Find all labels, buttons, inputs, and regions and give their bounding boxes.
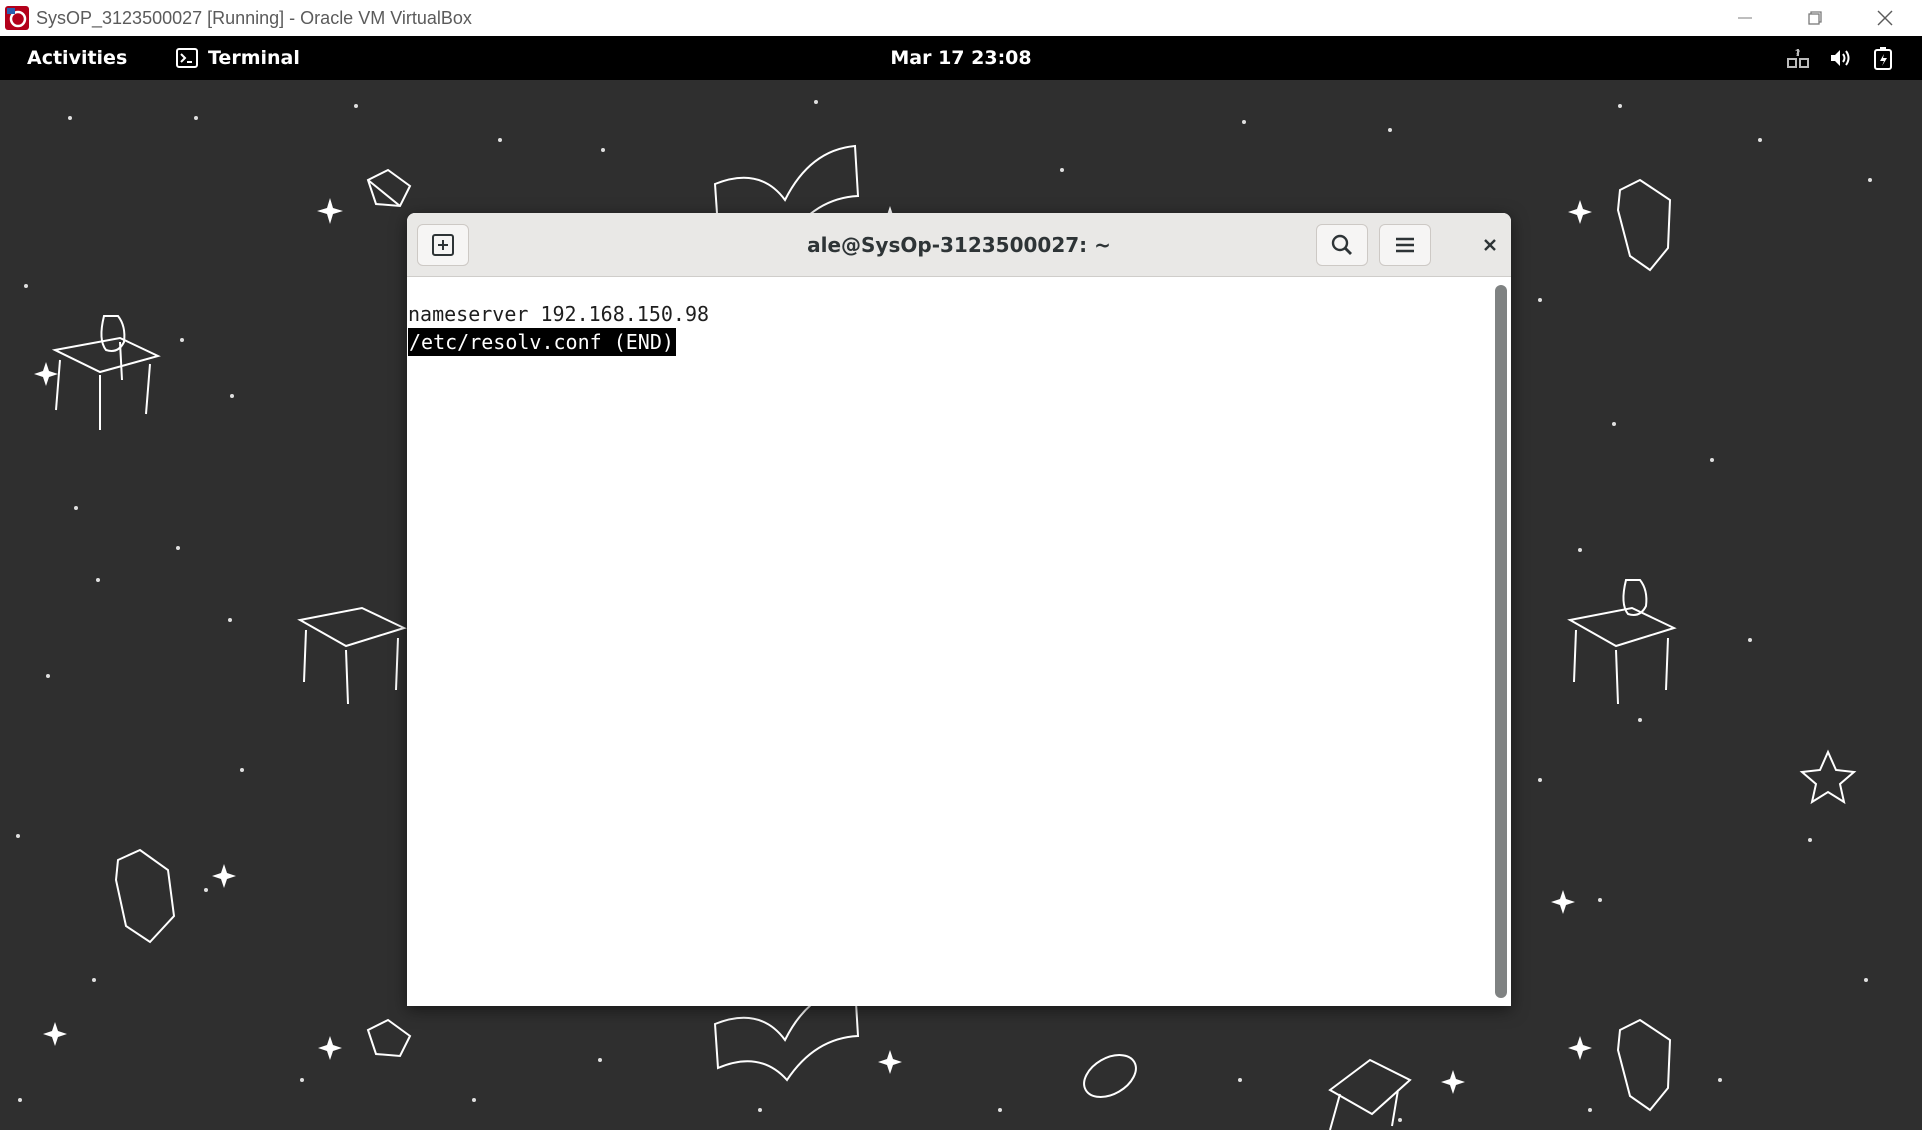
terminal-output[interactable]: nameserver 192.168.150.98 /etc/resolv.co… [407, 278, 1493, 1006]
hamburger-menu-icon [1396, 237, 1414, 253]
minimize-icon [1738, 17, 1752, 19]
pager-status-line: /etc/resolv.conf (END) [408, 328, 676, 356]
network-indicator[interactable]: ? [1784, 45, 1812, 71]
restore-icon [1808, 11, 1822, 25]
host-close-button[interactable] [1850, 0, 1920, 36]
virtualbox-icon [5, 6, 29, 30]
new-tab-button[interactable] [417, 224, 469, 266]
terminal-window: ale@SysOp-3123500027: ~ nameserver 192.1… [407, 213, 1511, 1006]
terminal-close-button[interactable] [1473, 224, 1507, 266]
scrollbar-thumb[interactable] [1495, 285, 1507, 998]
search-button[interactable] [1316, 224, 1368, 266]
volume-icon [1831, 50, 1850, 66]
host-window-titlebar: SysOP_3123500027 [Running] - Oracle VM V… [0, 0, 1922, 36]
close-icon [1877, 10, 1893, 26]
app-menu-label: Terminal [208, 47, 300, 69]
vm-screen[interactable]: Activities Terminal Mar 17 23:08 ? ale@S… [0, 36, 1922, 1130]
battery-icon [1874, 47, 1892, 70]
minimize-button[interactable] [1710, 0, 1780, 36]
volume-indicator[interactable] [1826, 45, 1854, 71]
battery-indicator[interactable] [1869, 45, 1897, 71]
activities-button[interactable]: Activities [27, 47, 127, 69]
gnome-top-bar: Activities Terminal Mar 17 23:08 ? [0, 36, 1922, 80]
terminal-icon [176, 48, 198, 68]
app-menu-terminal[interactable]: Terminal [176, 47, 300, 69]
svg-text:?: ? [1795, 49, 1800, 59]
clock[interactable]: Mar 17 23:08 [890, 47, 1031, 69]
search-icon [1331, 234, 1352, 255]
menu-button[interactable] [1379, 224, 1431, 266]
terminal-line: nameserver 192.168.150.98 [408, 302, 710, 326]
new-tab-icon [432, 234, 454, 256]
host-window-title: SysOP_3123500027 [Running] - Oracle VM V… [36, 7, 472, 28]
network-icon: ? [1787, 49, 1809, 68]
restore-button[interactable] [1780, 0, 1850, 36]
close-icon [1484, 239, 1496, 251]
